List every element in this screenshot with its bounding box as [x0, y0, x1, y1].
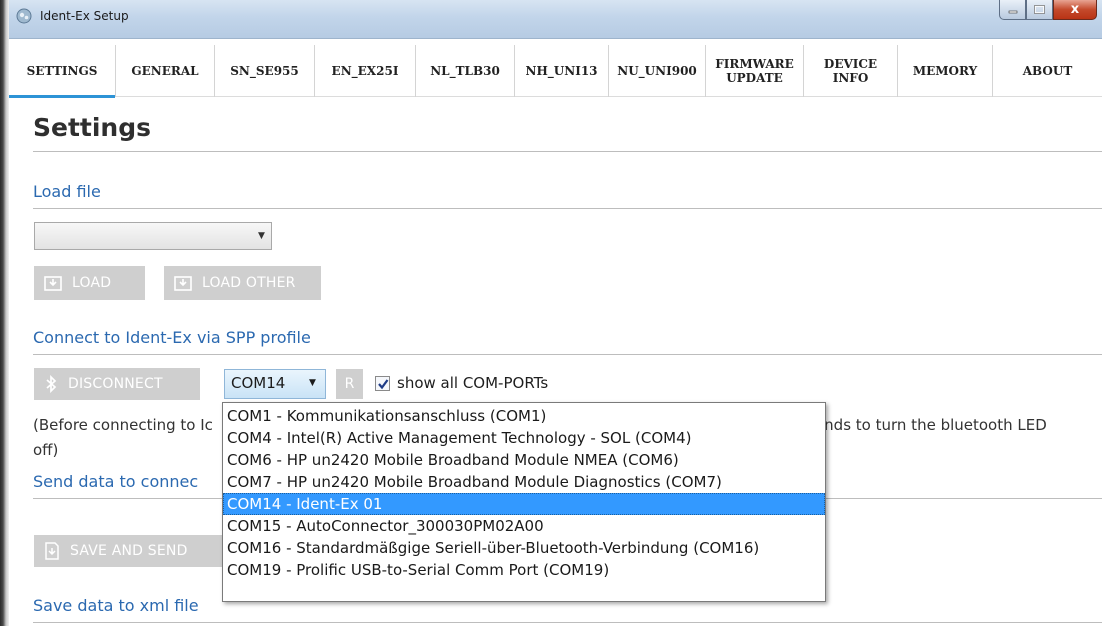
tab-label: GENERAL	[131, 64, 199, 78]
tab-nl-tlb30[interactable]: NL_TLB30	[416, 45, 515, 97]
close-icon: x	[1070, 2, 1080, 17]
connect-hint-left: (Before connecting to Ic	[33, 416, 213, 434]
save-icon	[44, 542, 60, 560]
file-select[interactable]: ▼	[34, 222, 272, 250]
com-port-value: COM14	[231, 374, 286, 392]
tab-general[interactable]: GENERAL	[116, 45, 215, 97]
show-all-label: show all COM-PORTs	[397, 374, 549, 392]
app-icon	[16, 8, 32, 24]
tab-label: SN_SE955	[230, 64, 299, 78]
refresh-button[interactable]: R	[336, 369, 363, 399]
load-file-heading: Load file	[33, 182, 101, 201]
tab-nh-uni13[interactable]: NH_UNI13	[515, 45, 609, 97]
maximize-icon	[1034, 5, 1045, 14]
tab-label: EN_EX25I	[331, 64, 399, 78]
tab-en-ex25i[interactable]: EN_EX25I	[315, 45, 416, 97]
maximize-button[interactable]	[1026, 0, 1053, 20]
tab-about[interactable]: ABOUT	[993, 45, 1102, 97]
send-heading: Send data to connec	[33, 472, 199, 491]
tab-label: SETTINGS	[26, 64, 98, 78]
tab-label: DEVICE INFO	[823, 57, 878, 85]
chevron-down-icon: ▼	[258, 231, 265, 241]
tab-settings[interactable]: SETTINGS	[9, 45, 116, 98]
tab-sn-se955[interactable]: SN_SE955	[215, 45, 315, 97]
tab-label: NH_UNI13	[525, 64, 598, 78]
divider	[33, 208, 1102, 209]
chevron-down-icon: ▼	[309, 378, 316, 388]
com-port-select[interactable]: COM14 ▼	[224, 369, 326, 399]
tab-firmware-update[interactable]: FIRMWARE UPDATE	[706, 45, 804, 97]
connect-hint-right: onds to turn the bluetooth LED	[815, 416, 1047, 434]
save-and-send-button[interactable]: SAVE AND SEND	[34, 535, 224, 567]
dropdown-option[interactable]: COM19 - Prolific USB-to-Serial Comm Port…	[223, 559, 825, 581]
minimize-button[interactable]	[999, 0, 1026, 20]
tab-memory[interactable]: MEMORY	[898, 45, 993, 97]
tab-nu-uni900[interactable]: NU_UNI900	[609, 45, 706, 97]
dropdown-option[interactable]: COM15 - AutoConnector_300030PM02A00	[223, 515, 825, 537]
divider	[33, 622, 1102, 623]
divider	[33, 354, 1102, 355]
app-window: Ident-Ex Setup x SETTINGS GENERAL SN_SE9…	[9, 0, 1102, 626]
tab-label: ABOUT	[1022, 64, 1073, 78]
divider	[33, 151, 1102, 152]
save-and-send-label: SAVE AND SEND	[70, 543, 188, 559]
tab-label: FIRMWARE UPDATE	[715, 57, 794, 85]
title-bar[interactable]: Ident-Ex Setup x	[9, 0, 1102, 39]
tab-strip: SETTINGS GENERAL SN_SE955 EN_EX25I NL_TL…	[9, 45, 1102, 98]
window-controls: x	[999, 0, 1097, 22]
dropdown-option[interactable]: COM1 - Kommunikationsanschluss (COM1)	[223, 405, 825, 427]
page-title: Settings	[33, 113, 152, 142]
disconnect-button[interactable]: DISCONNECT	[34, 368, 200, 400]
dropdown-option[interactable]: COM16 - Standardmäßgige Seriell-über-Blu…	[223, 537, 825, 559]
dropdown-option[interactable]: COM7 - HP un2420 Mobile Broadband Module…	[223, 471, 825, 493]
desktop-edge	[0, 0, 9, 626]
load-other-button[interactable]: LOAD OTHER	[164, 266, 321, 300]
tab-device-info[interactable]: DEVICE INFO	[804, 45, 898, 97]
dropdown-option[interactable]: COM4 - Intel(R) Active Management Techno…	[223, 427, 825, 449]
com-port-dropdown-list: COM1 - Kommunikationsanschluss (COM1) CO…	[222, 402, 826, 602]
tab-label: NL_TLB30	[430, 64, 500, 78]
load-icon	[174, 275, 192, 291]
save-xml-heading: Save data to xml file	[33, 596, 199, 615]
show-all-checkbox[interactable]	[375, 376, 390, 391]
window-title: Ident-Ex Setup	[40, 9, 129, 23]
load-icon	[44, 275, 62, 291]
close-button[interactable]: x	[1053, 0, 1097, 20]
dropdown-option[interactable]: COM6 - HP un2420 Mobile Broadband Module…	[223, 449, 825, 471]
tab-label: MEMORY	[912, 64, 978, 78]
minimize-icon	[1008, 10, 1017, 13]
connect-hint-end: off)	[33, 441, 59, 459]
disconnect-button-label: DISCONNECT	[68, 376, 163, 392]
bluetooth-icon	[44, 375, 58, 393]
load-other-button-label: LOAD OTHER	[202, 275, 296, 291]
load-button-label: LOAD	[72, 275, 112, 291]
dropdown-option-selected[interactable]: COM14 - Ident-Ex 01	[223, 493, 825, 515]
checkmark-icon	[377, 378, 388, 389]
connect-heading: Connect to Ident-Ex via SPP profile	[33, 328, 311, 347]
load-button[interactable]: LOAD	[34, 266, 145, 300]
tab-label: NU_UNI900	[617, 64, 697, 78]
